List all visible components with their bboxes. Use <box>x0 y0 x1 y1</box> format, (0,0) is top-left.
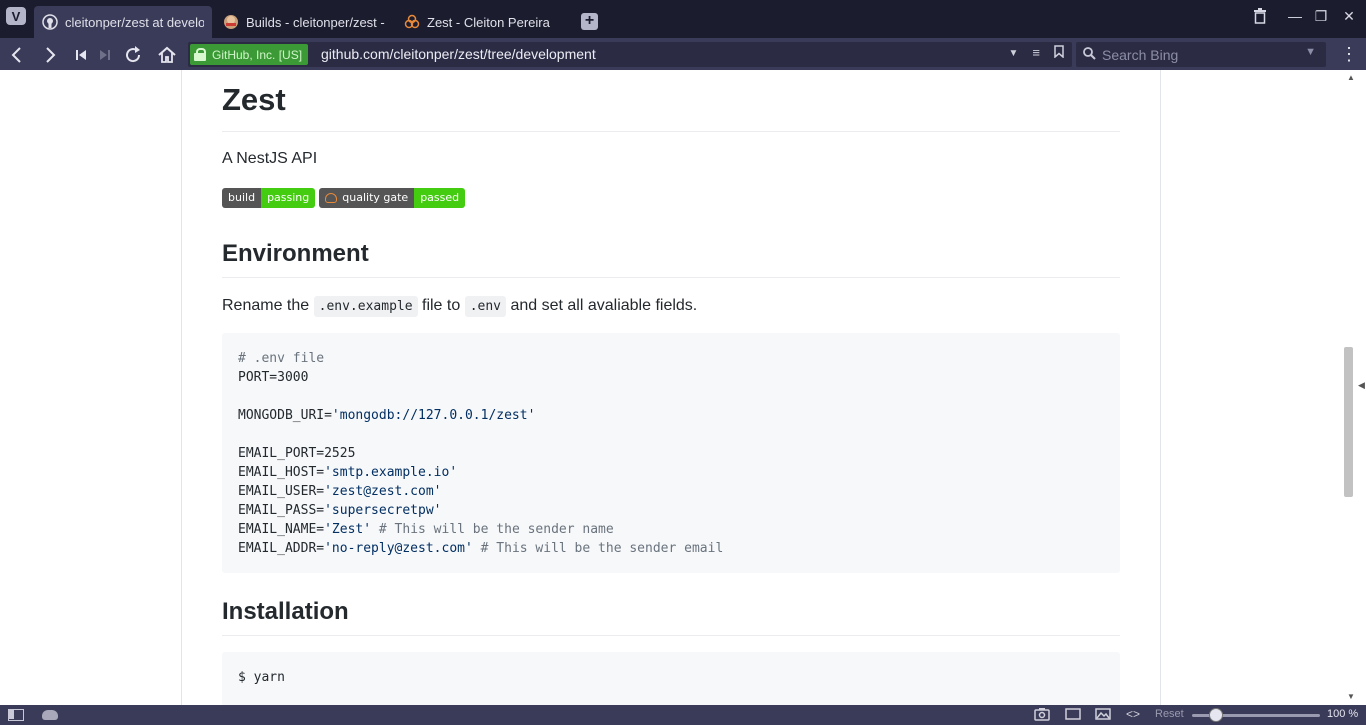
badge-status: passed <box>414 188 466 208</box>
address-bar: GitHub, Inc. [US] github.com/cleitonper/… <box>0 38 1366 70</box>
close-icon[interactable]: ✕ <box>1338 8 1360 25</box>
environment-instructions: Rename the .env.example file to .env and… <box>222 296 697 317</box>
code-line: PORT=3000 <box>238 370 309 385</box>
sonarcloud-icon <box>404 14 420 30</box>
badge-label: quality gate <box>319 188 415 208</box>
environment-heading: Environment <box>222 240 1120 278</box>
code-line: EMAIL_ADDR='no-reply@zest.com' # This wi… <box>238 541 724 556</box>
code-line: $ yarn <box>238 670 285 685</box>
panel-toggle-icon[interactable]: ◀ <box>1358 380 1366 394</box>
reload-button[interactable] <box>122 44 144 66</box>
badge-label-text: quality gate <box>342 191 409 204</box>
scroll-up-icon[interactable]: ▲ <box>1347 73 1355 82</box>
back-button[interactable] <box>6 44 28 66</box>
url-text[interactable]: github.com/cleitonper/zest/tree/developm… <box>321 46 596 62</box>
zoom-reset-button[interactable]: Reset <box>1155 708 1184 720</box>
more-options-icon[interactable]: ⋮ <box>1340 43 1358 65</box>
text-segment: Rename the <box>222 297 310 314</box>
text-segment: file to <box>422 297 461 314</box>
scroll-down-icon[interactable]: ▼ <box>1347 692 1355 701</box>
search-icon <box>1082 46 1098 65</box>
text-segment: and set all avaliable fields. <box>510 297 698 314</box>
panel-toggle-icon[interactable] <box>8 709 24 721</box>
search-field[interactable]: ▼ <box>1076 42 1326 67</box>
zoom-level: 100 % <box>1327 708 1359 720</box>
status-bar: <> Reset 100 % <box>0 705 1366 725</box>
vivaldi-menu-icon[interactable]: V <box>6 7 26 25</box>
readme-container: Zest A NestJS API build passing quality … <box>181 70 1161 705</box>
tab-github[interactable]: cleitonper/zest at development <box>34 6 212 38</box>
url-field[interactable]: GitHub, Inc. [US] github.com/cleitonper/… <box>188 42 1072 67</box>
build-badge[interactable]: build passing <box>222 188 316 208</box>
new-tab-button[interactable]: + <box>581 13 598 30</box>
travis-icon <box>223 14 239 30</box>
badge-status: passing <box>261 188 316 208</box>
tab-travis[interactable]: Builds - cleitonper/zest - Travis CI <box>215 6 393 38</box>
sync-cloud-icon[interactable] <box>42 710 58 720</box>
page-actions-icon[interactable]: <> <box>1126 707 1140 721</box>
readme-title: Zest <box>222 82 1120 132</box>
badge-label: build <box>222 188 262 208</box>
code-line: EMAIL_HOST='smtp.example.io' <box>238 465 458 480</box>
env-code-block: # .env file PORT=3000 MONGODB_URI='mongo… <box>222 333 1120 573</box>
code-line: EMAIL_PASS='supersecretpw' <box>238 503 442 518</box>
sonarcloud-icon <box>325 193 338 203</box>
tiling-window-icon[interactable] <box>1065 707 1081 724</box>
tab-label: cleitonper/zest at development <box>65 14 204 30</box>
search-engine-dropdown-icon[interactable]: ▼ <box>1305 46 1316 58</box>
fast-forward-button[interactable] <box>94 44 116 66</box>
badges-row: build passing quality gate passed <box>222 188 466 208</box>
code-line: EMAIL_NAME='Zest' # This will be the sen… <box>238 522 614 537</box>
zoom-slider-handle[interactable] <box>1209 708 1223 722</box>
install-code-block: $ yarn <box>222 652 1120 705</box>
forward-button[interactable] <box>39 44 61 66</box>
tab-label: Builds - cleitonper/zest - Travis CI <box>246 14 385 30</box>
bookmark-icon[interactable] <box>1054 45 1064 61</box>
image-icon[interactable] <box>1095 707 1111 724</box>
quality-gate-badge[interactable]: quality gate passed <box>319 188 466 208</box>
tab-label: Zest - Cleiton Pereira <box>427 14 550 30</box>
tab-bar: V cleitonper/zest at development Builds … <box>0 0 1366 38</box>
code-line: EMAIL_PORT=2525 <box>238 446 356 461</box>
inline-code-env: .env <box>464 296 507 317</box>
camera-icon[interactable] <box>1034 707 1050 724</box>
code-line: # .env file <box>238 351 325 366</box>
site-certificate-badge[interactable]: GitHub, Inc. [US] <box>190 44 309 65</box>
inline-code-env-example: .env.example <box>313 296 418 317</box>
tab-sonarcloud[interactable]: Zest - Cleiton Pereira <box>396 6 572 38</box>
scrollbar-thumb[interactable] <box>1344 347 1353 497</box>
rewind-button[interactable] <box>70 44 92 66</box>
code-line: MONGODB_URI='mongodb://127.0.0.1/zest' <box>238 408 536 423</box>
trash-icon[interactable] <box>1249 8 1271 27</box>
minimize-icon[interactable]: — <box>1284 8 1306 24</box>
reader-view-icon[interactable]: ≡ <box>1032 45 1040 61</box>
url-dropdown-icon[interactable]: ▼ <box>1009 45 1019 61</box>
code-line: EMAIL_USER='zest@zest.com' <box>238 484 442 499</box>
page-viewport: Zest A NestJS API build passing quality … <box>0 70 1342 705</box>
github-icon <box>42 14 58 30</box>
restore-icon[interactable]: ❐ <box>1310 8 1332 25</box>
installation-heading: Installation <box>222 598 1120 636</box>
readme-description: A NestJS API <box>222 150 318 167</box>
home-button[interactable] <box>156 44 178 66</box>
lock-icon <box>194 48 206 61</box>
cert-label: GitHub, Inc. [US] <box>212 47 303 62</box>
search-input[interactable] <box>1102 45 1302 64</box>
